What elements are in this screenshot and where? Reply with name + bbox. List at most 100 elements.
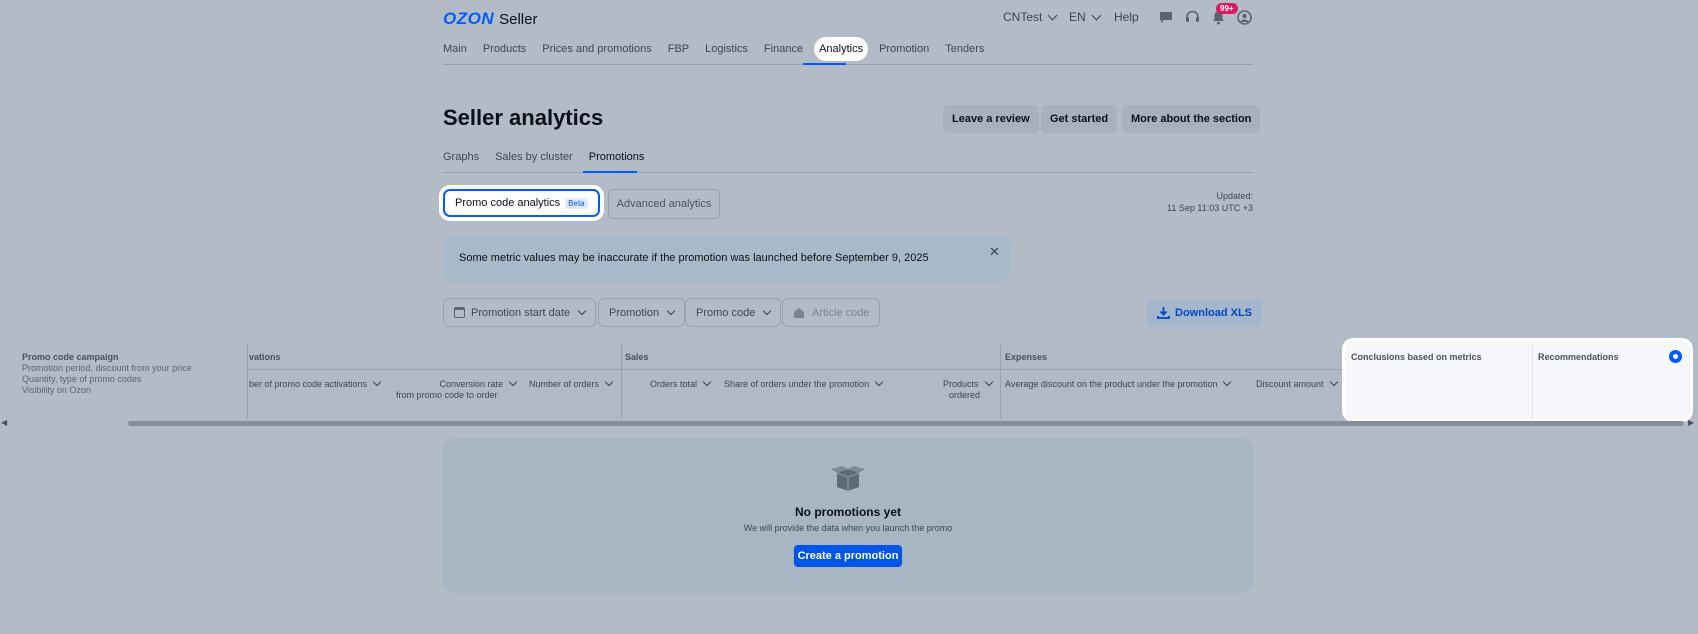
chevron-down-icon [1329, 377, 1338, 387]
tab-active-indicator [583, 171, 637, 173]
help-label: Help [1114, 10, 1139, 24]
article-code-filter[interactable]: Article code [782, 298, 881, 327]
scroll-left-icon[interactable]: ◀ [1, 418, 7, 427]
download-icon [1157, 307, 1170, 319]
group-divider [621, 344, 622, 419]
nav-main[interactable]: Main [443, 43, 467, 61]
notifications-badge: 99+ [1216, 3, 1238, 14]
gear-icon[interactable] [1669, 350, 1682, 363]
group-recommendations: Recommendations [1538, 352, 1619, 362]
col-orders-count[interactable]: Number of orders [529, 377, 614, 389]
detail-line: Visibility on Ozon [22, 385, 91, 395]
scroll-right-icon[interactable]: ▶ [1688, 418, 1694, 427]
group-expenses: Expenses [1005, 352, 1048, 362]
chevron-down-icon [984, 377, 993, 387]
main-nav: Main Products Prices and promotions FBP … [443, 37, 1000, 61]
col-avg-discount[interactable]: Average discount on the product under th… [1005, 377, 1232, 389]
chevron-down-icon [604, 377, 614, 387]
chevron-down-icon [577, 306, 587, 315]
panel-divider [1532, 344, 1533, 419]
analytics-tabs: Graphs Sales by cluster Promotions [443, 151, 660, 163]
detail-line: Quantity, type of promo codes [22, 374, 142, 384]
nav-fbp[interactable]: FBP [668, 43, 689, 61]
filter-label: Promo code [696, 306, 756, 319]
col-orders-total[interactable]: Orders total [650, 377, 712, 389]
notice-text: Some metric values may be inaccurate if … [459, 252, 929, 264]
more-about-section-button[interactable]: More about the section [1122, 105, 1261, 133]
tab-promotions[interactable]: Promotions [589, 151, 645, 163]
col-label: Products [943, 379, 979, 389]
create-promotion-button[interactable]: Create a promotion [794, 545, 902, 567]
col-label: Share of orders under the promotion [724, 379, 870, 389]
tab-sales-by-cluster[interactable]: Sales by cluster [495, 151, 573, 163]
empty-subtitle: We will provide the data when you launch… [743, 523, 953, 533]
download-xls-button[interactable]: Download XLS [1147, 299, 1262, 327]
get-started-button[interactable]: Get started [1041, 105, 1118, 133]
help-link[interactable]: Help [1114, 10, 1139, 24]
col-discount-amount[interactable]: Discount amount [1256, 377, 1338, 389]
chevron-down-icon [1223, 377, 1232, 387]
nav-promotion[interactable]: Promotion [879, 43, 929, 61]
chevron-down-icon [763, 306, 772, 315]
col-label: Conversion rate [439, 379, 503, 389]
nav-logistics[interactable]: Logistics [705, 43, 748, 61]
col-conversion[interactable]: Conversion rate [396, 377, 518, 389]
col-products-sub: ordered [949, 390, 981, 400]
chevron-down-icon [666, 306, 676, 315]
analytics-mode-switch: Promo code analytics Beta Advanced analy… [443, 189, 721, 219]
language-label: EN [1069, 10, 1086, 24]
account-name: CNTest [1003, 10, 1043, 24]
updated-label: Updated: [1216, 191, 1253, 201]
group-activations: vations [249, 352, 281, 362]
col-label: Number of orders [529, 379, 600, 389]
tab-graphs[interactable]: Graphs [443, 151, 479, 163]
segment-label: Promo code analytics [455, 197, 561, 209]
ozon-seller-logo[interactable]: OZON Seller [443, 9, 537, 29]
calendar-icon [454, 307, 465, 318]
nav-finance[interactable]: Finance [764, 43, 803, 61]
logo-product: Seller [499, 11, 538, 28]
horizontal-scrollbar[interactable] [128, 421, 1684, 426]
language-switcher[interactable]: EN [1069, 10, 1102, 24]
col-label: Orders total [650, 379, 698, 389]
col-activations[interactable]: ber of promo code activations [249, 377, 382, 389]
nav-analytics[interactable]: Analytics [814, 37, 869, 61]
promo-code-analytics-segment[interactable]: Promo code analytics Beta [443, 189, 600, 217]
article-icon [794, 307, 804, 318]
chevron-down-icon [702, 377, 712, 387]
close-icon[interactable]: ✕ [989, 244, 1000, 260]
updated-info: Updated: 11 Sep 11:03 UTC +3 [1167, 190, 1253, 214]
col-conversion-sub: from promo code to order [396, 390, 498, 400]
info-notice: Some metric values may be inaccurate if … [443, 235, 1010, 282]
leave-review-button[interactable]: Leave a review [943, 105, 1039, 133]
profile-icon[interactable] [1237, 10, 1252, 28]
chat-icon[interactable] [1159, 11, 1173, 27]
empty-box-icon [829, 465, 867, 491]
filter-label: Promotion [609, 306, 660, 319]
col-products-ordered[interactable]: Products [943, 377, 993, 389]
nav-products[interactable]: Products [483, 43, 526, 61]
nav-active-indicator [803, 63, 846, 65]
group-sales: Sales [625, 352, 649, 362]
account-switcher[interactable]: CNTest [1003, 10, 1058, 24]
advanced-analytics-segment[interactable]: Advanced analytics [607, 189, 721, 219]
chevron-down-icon [1091, 10, 1102, 20]
group-conclusions: Conclusions based on metrics [1351, 352, 1482, 362]
nav-tenders[interactable]: Tenders [945, 43, 984, 61]
col-share-orders[interactable]: Share of orders under the promotion [724, 377, 884, 389]
filter-label: Article code [812, 306, 870, 319]
promotion-filter[interactable]: Promotion [598, 298, 686, 327]
promotion-start-date-filter[interactable]: Promotion start date [443, 298, 597, 327]
chevron-down-icon [372, 377, 382, 387]
page-title: Seller analytics [443, 105, 604, 130]
header-divider [248, 369, 1345, 370]
campaign-column-details: Promotion period, discount from your pri… [22, 363, 192, 396]
nav-divider [443, 64, 1253, 65]
group-divider [1000, 344, 1001, 419]
col-label: Average discount on the product under th… [1005, 379, 1218, 389]
promo-code-filter[interactable]: Promo code [685, 298, 782, 327]
beta-badge: Beta [565, 197, 588, 209]
nav-prices-promotions[interactable]: Prices and promotions [542, 43, 651, 61]
chevron-down-icon [1047, 10, 1058, 20]
headset-icon[interactable] [1185, 10, 1200, 27]
